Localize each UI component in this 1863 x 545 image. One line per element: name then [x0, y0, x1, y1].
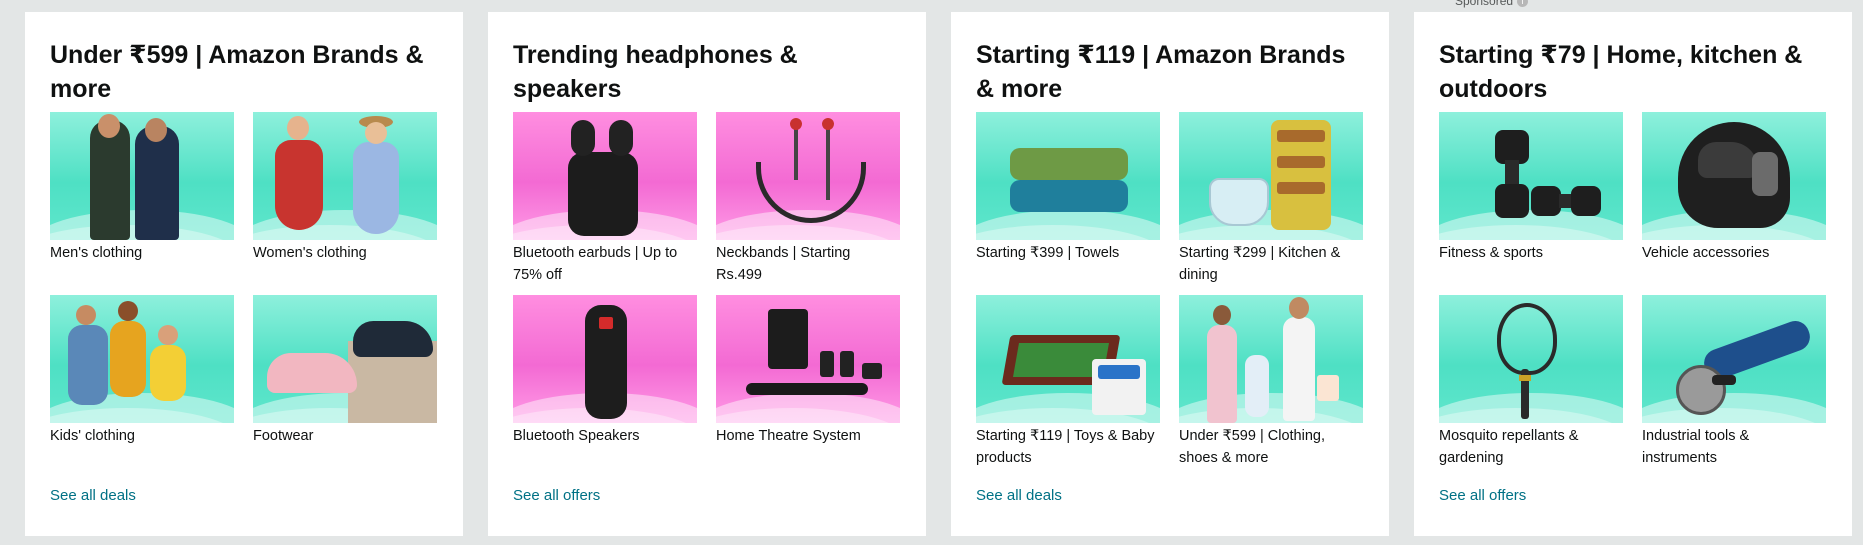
mosquito-bat-image[interactable]	[1439, 295, 1623, 423]
tile-neckbands[interactable]: Neckbands | Starting Rs.499	[716, 112, 900, 295]
family-clothing-image[interactable]	[1179, 295, 1363, 423]
deal-card-home-kitchen-outdoors: Starting ₹79 | Home, kitchen & outdoors …	[1414, 12, 1852, 536]
see-all-deals-link[interactable]: See all deals	[976, 487, 1062, 504]
tile-toys-baby[interactable]: Starting ₹119 | Toys & Baby products	[976, 295, 1160, 478]
tile-label: Men's clothing	[50, 245, 143, 261]
tile-label: Bluetooth Speakers	[513, 428, 640, 444]
card-title: Starting ₹119 | Amazon Brands & more	[976, 41, 1346, 103]
tile-mosquito-gardening[interactable]: Mosquito repellants & gardening	[1439, 295, 1623, 478]
see-all-deals-link[interactable]: See all deals	[50, 487, 136, 504]
mens-clothing-image[interactable]	[50, 112, 234, 240]
tile-vehicle-accessories[interactable]: Vehicle accessories	[1642, 112, 1826, 295]
tile-label: Mosquito repellants & gardening	[1439, 428, 1579, 466]
tile-footwear[interactable]: Footwear	[253, 295, 437, 478]
tile-label: Bluetooth earbuds | Up to 75% off	[513, 245, 678, 283]
tile-label: Women's clothing	[253, 245, 367, 261]
home-theatre-image[interactable]	[716, 295, 900, 423]
tile-kids-clothing[interactable]: Kids' clothing	[50, 295, 234, 478]
tile-towels[interactable]: Starting ₹399 | Towels	[976, 112, 1160, 295]
tile-bluetooth-speakers[interactable]: Bluetooth Speakers	[513, 295, 697, 478]
kids-clothing-image[interactable]	[50, 295, 234, 423]
card-title: Under ₹599 | Amazon Brands & more	[50, 41, 424, 103]
tile-label: Under ₹599 | Clothing, shoes & more	[1179, 428, 1325, 466]
tile-label: Vehicle accessories	[1642, 245, 1770, 261]
towels-image[interactable]	[976, 112, 1160, 240]
deal-card-amazon-brands-599: Under ₹599 | Amazon Brands & more Men's …	[25, 12, 463, 536]
earbuds-image[interactable]	[513, 112, 697, 240]
tile-industrial-tools[interactable]: Industrial tools & instruments	[1642, 295, 1826, 478]
tile-bluetooth-earbuds[interactable]: Bluetooth earbuds | Up to 75% off	[513, 112, 697, 295]
deal-card-amazon-brands-119: Starting ₹119 | Amazon Brands & more Sta…	[951, 12, 1389, 536]
tile-label: Industrial tools & instruments	[1642, 428, 1750, 466]
helmet-image[interactable]	[1642, 112, 1826, 240]
tile-mens-clothing[interactable]: Men's clothing	[50, 112, 234, 295]
see-all-offers-link[interactable]: See all offers	[513, 487, 600, 504]
deal-card-headphones-speakers: Trending headphones & speakers Bluetooth…	[488, 12, 926, 536]
tile-label: Starting ₹299 | Kitchen & dining	[1179, 245, 1341, 283]
tile-fitness-sports[interactable]: Fitness & sports	[1439, 112, 1623, 295]
tile-label: Kids' clothing	[50, 428, 135, 444]
toys-image[interactable]	[976, 295, 1160, 423]
tile-label: Fitness & sports	[1439, 245, 1543, 261]
info-icon[interactable]: i	[1517, 0, 1529, 7]
speaker-image[interactable]	[513, 295, 697, 423]
tile-label: Starting ₹119 | Toys & Baby products	[976, 428, 1155, 466]
see-all-offers-link[interactable]: See all offers	[1439, 487, 1526, 504]
neckband-image[interactable]	[716, 112, 900, 240]
tile-label: Home Theatre System	[716, 428, 861, 444]
tile-label: Starting ₹399 | Towels	[976, 245, 1120, 261]
kitchen-image[interactable]	[1179, 112, 1363, 240]
tile-womens-clothing[interactable]: Women's clothing	[253, 112, 437, 295]
footwear-image[interactable]	[253, 295, 437, 423]
card-title: Trending headphones & speakers	[513, 41, 798, 103]
angle-grinder-image[interactable]	[1642, 295, 1826, 423]
card-row: Under ₹599 | Amazon Brands & more Men's …	[25, 12, 1852, 536]
dumbbell-image[interactable]	[1439, 112, 1623, 240]
tile-home-theatre[interactable]: Home Theatre System	[716, 295, 900, 478]
tile-label: Footwear	[253, 428, 314, 444]
sponsored-label[interactable]: Sponsored i	[1455, 0, 1529, 8]
tile-kitchen-dining[interactable]: Starting ₹299 | Kitchen & dining	[1179, 112, 1363, 295]
tile-family-clothing[interactable]: Under ₹599 | Clothing, shoes & more	[1179, 295, 1363, 478]
womens-clothing-image[interactable]	[253, 112, 437, 240]
tile-label: Neckbands | Starting Rs.499	[716, 245, 851, 283]
card-title: Starting ₹79 | Home, kitchen & outdoors	[1439, 41, 1803, 103]
